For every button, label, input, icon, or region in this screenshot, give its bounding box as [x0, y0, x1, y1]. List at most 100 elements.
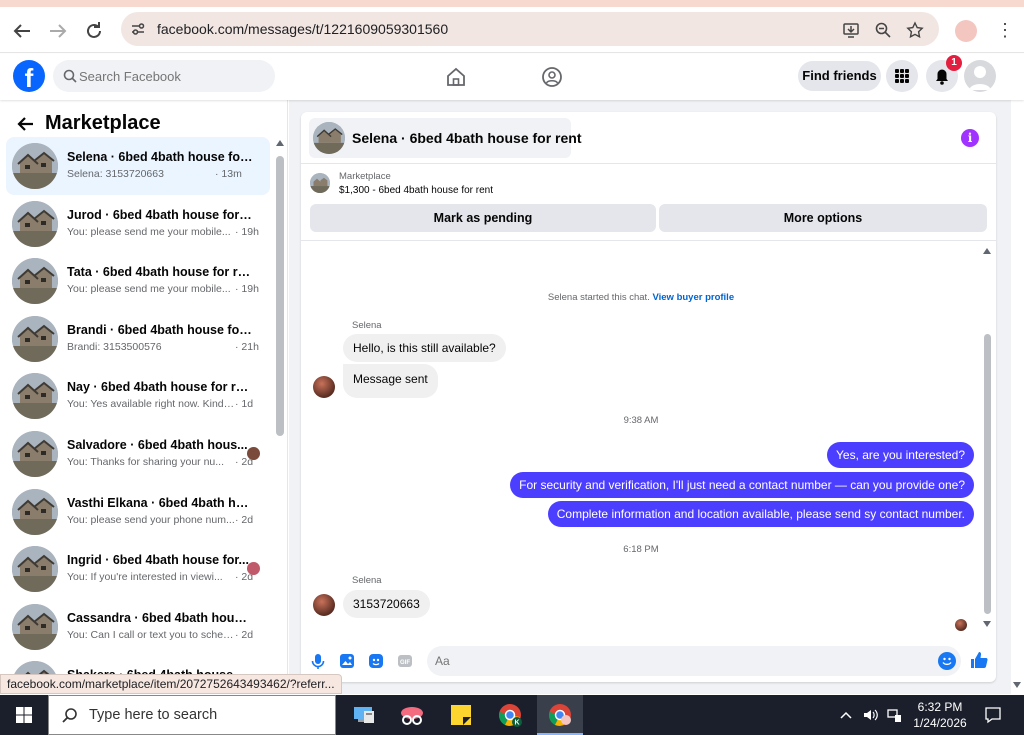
volume-icon[interactable]: [862, 707, 878, 723]
sticker-icon[interactable]: [367, 652, 385, 670]
svg-text:GIF: GIF: [400, 660, 410, 666]
taskbar-search-placeholder: Type here to search: [89, 707, 218, 723]
zoom-icon[interactable]: [874, 21, 892, 39]
listing-thumbnail: [12, 258, 58, 305]
conversation-age: · 13m: [215, 168, 242, 180]
show-hidden-icons-icon[interactable]: [838, 707, 854, 723]
forward-icon[interactable]: [46, 19, 70, 43]
conversation-name: Ingrid · 6bed 4bath house for...: [67, 553, 249, 568]
conversation-name: Vasthi Elkana · 6bed 4bath hous...: [67, 495, 253, 510]
site-settings-icon[interactable]: [129, 20, 147, 38]
more-options-button[interactable]: More options: [659, 204, 987, 232]
conversation-age: · 19h: [235, 225, 259, 238]
message-composer: GIF: [301, 642, 996, 682]
conversation-age: · 2d: [235, 513, 254, 526]
chrome-profile-icon[interactable]: K: [496, 701, 524, 729]
read-receipt-avatar: [247, 562, 260, 576]
browser-profile-icon[interactable]: [955, 20, 977, 42]
incoming-message[interactable]: 3153720663: [343, 590, 430, 618]
link-status-bar: facebook.com/marketplace/item/2072752643…: [0, 674, 342, 694]
message-input[interactable]: [435, 646, 925, 676]
conversation-item[interactable]: Vasthi Elkana · 6bed 4bath hous... You: p…: [6, 483, 270, 541]
incoming-message[interactable]: Message sent: [343, 364, 438, 398]
browser-toolbar: facebook.com/messages/t/1221609059301560…: [0, 7, 1024, 53]
outgoing-message[interactable]: Yes, are you interested?: [827, 442, 974, 468]
conversation-item[interactable]: Jurod · 6bed 4bath house for rent You: pl…: [6, 195, 270, 253]
listing-thumbnail: [12, 373, 58, 420]
message-input-box[interactable]: [427, 646, 961, 676]
system-clock[interactable]: 6:32 PM 1/24/2026: [912, 699, 968, 731]
conversation-age: · 19h: [235, 283, 259, 296]
url-text[interactable]: facebook.com/messages/t/1221609059301560: [157, 21, 448, 37]
info-icon[interactable]: i: [961, 129, 979, 147]
sender-name: Selena: [352, 320, 382, 331]
notification-center-icon[interactable]: [984, 706, 1002, 724]
find-friends-button[interactable]: Find friends: [798, 61, 881, 91]
incoming-message[interactable]: Hello, is this still available?: [343, 334, 506, 362]
groups-icon[interactable]: [541, 66, 563, 88]
chat-scroll-down-arrow[interactable]: [983, 621, 991, 627]
sender-avatar[interactable]: [313, 376, 335, 398]
page-scrollbar[interactable]: [1011, 54, 1024, 694]
listing-thumbnail: [12, 315, 58, 362]
sender-avatar[interactable]: [313, 594, 335, 616]
menu-grid-button[interactable]: [886, 60, 918, 92]
search-input[interactable]: [79, 60, 269, 92]
chat-scrollbar[interactable]: [984, 334, 991, 614]
listing-thumbnail: [12, 546, 58, 593]
conversation-snippet: Selena: 3153720663: [67, 168, 164, 180]
svg-text:K: K: [514, 720, 519, 727]
chat-title-button[interactable]: Selena · 6bed 4bath house for rent: [309, 118, 582, 158]
mark-as-pending-button[interactable]: Mark as pending: [310, 204, 656, 232]
listing-summary[interactable]: Marketplace $1,300 - 6bed 4bath house fo…: [301, 165, 996, 203]
chrome-icon[interactable]: [546, 701, 574, 729]
sender-name: Selena: [352, 575, 382, 586]
facebook-search[interactable]: [53, 60, 275, 92]
chat-scroll-up-arrow[interactable]: [983, 248, 991, 254]
browser-menu-icon[interactable]: ⋮: [996, 19, 1014, 43]
reload-icon[interactable]: [82, 19, 106, 43]
photo-icon[interactable]: [338, 652, 356, 670]
start-button[interactable]: [0, 695, 48, 735]
facebook-logo-icon[interactable]: f: [13, 60, 45, 92]
sticky-notes-icon[interactable]: [447, 701, 475, 729]
back-icon[interactable]: [10, 19, 34, 43]
outgoing-message[interactable]: For security and verification, I'll just…: [510, 472, 974, 498]
conversation-item[interactable]: Salvadore · 6bed 4bath hous... You: Thank…: [6, 425, 270, 483]
page-scroll-down-arrow[interactable]: [1013, 682, 1021, 688]
conversation-snippet: You: Can I call or text you to sched...: [67, 628, 235, 641]
computer-app-icon[interactable]: [350, 701, 378, 729]
home-icon[interactable]: [445, 66, 467, 88]
conversation-name: Brandi · 6bed 4bath house for r...: [67, 322, 253, 337]
inbox-scrollbar[interactable]: [276, 156, 284, 436]
clock-time: 6:32 PM: [917, 700, 963, 714]
conversation-item[interactable]: Nay · 6bed 4bath house for rent You: Yes …: [6, 367, 270, 425]
conversation-name: Tata · 6bed 4bath house for rent: [67, 265, 253, 280]
scroll-up-arrow[interactable]: [276, 140, 284, 146]
network-icon[interactable]: [886, 707, 902, 723]
bookmark-star-icon[interactable]: [906, 21, 924, 39]
back-arrow-icon[interactable]: [16, 114, 36, 134]
view-buyer-profile-link[interactable]: View buyer profile: [652, 292, 734, 303]
conversation-item[interactable]: Cassandra · 6bed 4bath house f... You: Ca…: [6, 598, 270, 656]
conversation-name: Jurod · 6bed 4bath house for rent: [67, 207, 253, 222]
conversation-item[interactable]: Selena · 6bed 4bath house for r... Selena…: [6, 137, 270, 195]
emoji-icon[interactable]: [938, 652, 956, 670]
chat-window: Selena · 6bed 4bath house for rent i Mar…: [301, 112, 996, 682]
conversation-item[interactable]: Tata · 6bed 4bath house for rent You: ple…: [6, 252, 270, 310]
listing-thumbnail: [12, 200, 58, 247]
account-avatar[interactable]: [964, 60, 996, 92]
conversation-item[interactable]: Ingrid · 6bed 4bath house for... You: If …: [6, 540, 270, 598]
microphone-icon[interactable]: [309, 652, 327, 670]
address-bar[interactable]: facebook.com/messages/t/1221609059301560: [121, 12, 939, 46]
gif-icon[interactable]: GIF: [396, 652, 414, 670]
taskbar-search[interactable]: Type here to search: [48, 695, 336, 735]
conversation-item[interactable]: Brandi · 6bed 4bath house for r... Brandi…: [6, 310, 270, 368]
timestamp: 6:18 PM: [623, 544, 659, 555]
thumbs-up-icon[interactable]: [969, 650, 989, 670]
marketplace-inbox: Marketplace Selena · 6bed 4bath house fo…: [0, 100, 288, 694]
outgoing-message[interactable]: Complete information and location availa…: [547, 501, 974, 527]
windows-taskbar: Type here to search K 6:32 PM 1/24/2026: [0, 695, 1024, 735]
snipping-tool-icon[interactable]: [398, 701, 426, 729]
install-app-icon[interactable]: [842, 21, 860, 39]
